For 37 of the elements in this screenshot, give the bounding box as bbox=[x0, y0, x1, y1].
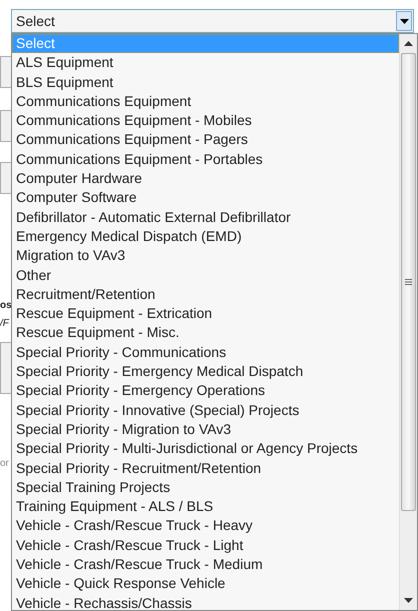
dropdown-option[interactable]: Migration to VAv3 bbox=[12, 246, 399, 266]
dropdown-option[interactable]: Special Priority - Migration to VAv3 bbox=[12, 420, 399, 440]
dropdown-option[interactable]: Special Priority - Multi-Jurisdictional or Agency Projects bbox=[12, 439, 399, 459]
scroll-up-icon[interactable] bbox=[404, 41, 413, 46]
dropdown-option[interactable]: Computer Software bbox=[12, 188, 399, 208]
dropdown-option[interactable]: Training Equipment - ALS / BLS bbox=[12, 497, 399, 516]
background-text: or bbox=[0, 458, 9, 469]
dropdown-option[interactable]: Communications Equipment bbox=[12, 92, 399, 112]
scrollbar[interactable] bbox=[399, 34, 417, 610]
scroll-down-icon[interactable] bbox=[404, 598, 413, 603]
dropdown-option[interactable]: Special Priority - Communications bbox=[12, 342, 399, 362]
dropdown-option[interactable]: Recruitment/Retention bbox=[12, 284, 399, 304]
dropdown-option[interactable]: Special Priority - Recruitment/Retention bbox=[12, 458, 399, 478]
dropdown-option[interactable]: ALS Equipment bbox=[12, 53, 399, 73]
dropdown-option[interactable]: Vehicle - Quick Response Vehicle bbox=[12, 574, 399, 594]
dropdown-option[interactable]: Special Priority - Innovative (Special) Projects bbox=[12, 400, 399, 420]
dropdown-option[interactable]: Communications Equipment - Pagers bbox=[12, 130, 399, 150]
dropdown-option[interactable]: Vehicle - Crash/Rescue Truck - Light bbox=[12, 536, 399, 556]
background-text: os bbox=[0, 300, 12, 311]
dropdown-option[interactable]: Special Priority - Emergency Operations bbox=[12, 381, 399, 401]
dropdown-option[interactable]: Communications Equipment - Mobiles bbox=[12, 111, 399, 130]
dropdown-option[interactable]: Rescue Equipment - Extrication bbox=[12, 304, 399, 324]
dropdown-option[interactable]: Defibrillator - Automatic External Defibrillator bbox=[12, 208, 399, 227]
dropdown-option[interactable]: Communications Equipment - Portables bbox=[12, 150, 399, 170]
dropdown-option[interactable]: Special Priority - Emergency Medical Dispatch bbox=[12, 362, 399, 382]
dropdown-option[interactable]: Vehicle - Rechassis/Chassis bbox=[12, 594, 399, 611]
dropdown-option[interactable]: Vehicle - Crash/Rescue Truck - Medium bbox=[12, 555, 399, 574]
dropdown-option[interactable]: Computer Hardware bbox=[12, 169, 399, 188]
dropdown-option[interactable]: Special Training Projects bbox=[12, 478, 399, 498]
category-dropdown[interactable]: Select bbox=[11, 9, 414, 33]
scrollbar-thumb[interactable] bbox=[401, 53, 416, 511]
dropdown-option[interactable]: BLS Equipment bbox=[12, 72, 399, 92]
dropdown-option[interactable]: Emergency Medical Dispatch (EMD) bbox=[12, 226, 399, 246]
dropdown-option[interactable]: Vehicle - Crash/Rescue Truck - Heavy bbox=[12, 516, 399, 536]
dropdown-option[interactable]: Other bbox=[12, 266, 399, 285]
dropdown-option[interactable]: Rescue Equipment - Misc. bbox=[12, 323, 399, 343]
grip-icon bbox=[405, 279, 412, 285]
